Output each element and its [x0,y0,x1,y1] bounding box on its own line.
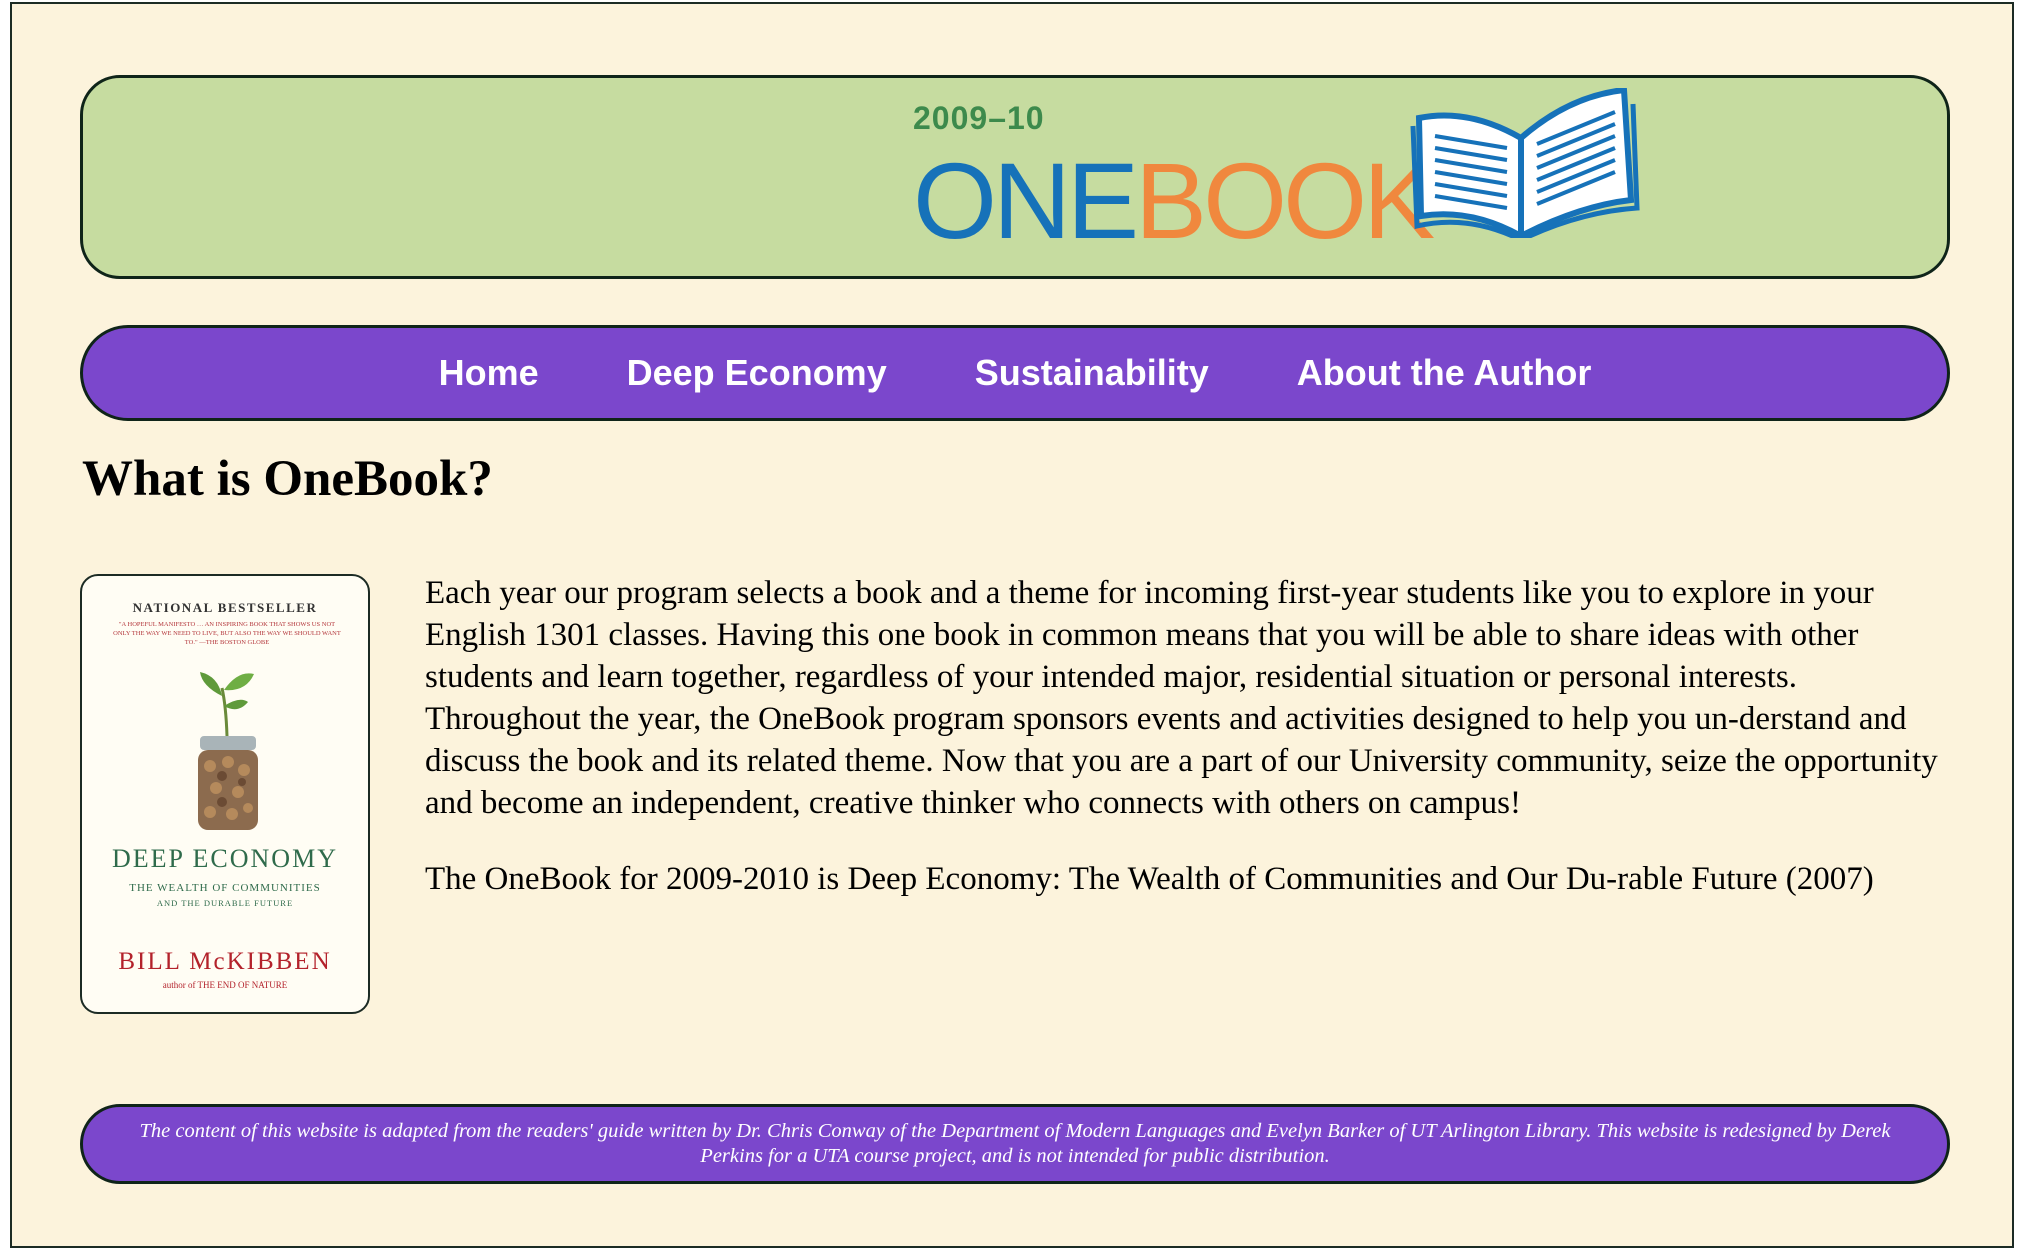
nav-home-link[interactable]: Home [439,352,539,394]
site-footer: The content of this website is adapted f… [80,1104,1950,1184]
book-selection-paragraph: The OneBook for 2009-2010 is Deep Econom… [425,861,1874,897]
cover-subtitle: THE WEALTH OF COMMUNITIES [129,882,321,894]
cover-blurb: "A HOPEFUL MANIFESTO … AN INSPIRING BOOK… [113,621,341,646]
logo-book: BOOK [1135,140,1435,261]
cover-badge: NATIONAL BESTSELLER [132,600,318,615]
cover-subtitle-2: AND THE DURABLE FUTURE [156,898,294,908]
cover-title: DEEP ECONOMY [112,844,338,873]
open-book-icon [1410,88,1640,238]
cover-author: BILL McKIBBEN [118,948,332,975]
footer-text: The content of this website is adapted f… [139,1120,1891,1167]
coin-jar-icon [198,672,258,830]
logo-one: ONE [913,140,1139,261]
nav-deep-economy-link[interactable]: Deep Economy [627,352,887,394]
onebook-logo: 2009–10 ONEBOOK [913,88,1673,268]
page: 2009–10 ONEBOOK Home Deep Economy Sustai… [10,2,2014,1248]
book-cover-image: NATIONAL BESTSELLER "A HOPEFUL MANIFESTO… [80,574,370,1014]
logo-wordmark: ONEBOOK [913,146,1435,256]
logo-year: 2009–10 [913,100,1045,136]
cover-author-note: author of THE END OF NATURE [162,980,288,990]
intro-content: Each year our program selects a book and… [425,572,1945,934]
header-banner: 2009–10 ONEBOOK [80,75,1950,279]
nav-about-author-link[interactable]: About the Author [1297,352,1592,394]
page-title: What is OneBook? [82,451,493,507]
main-nav: Home Deep Economy Sustainability About t… [80,325,1950,421]
nav-sustainability-link[interactable]: Sustainability [975,352,1209,394]
intro-paragraph: Each year our program selects a book and… [425,575,1938,821]
